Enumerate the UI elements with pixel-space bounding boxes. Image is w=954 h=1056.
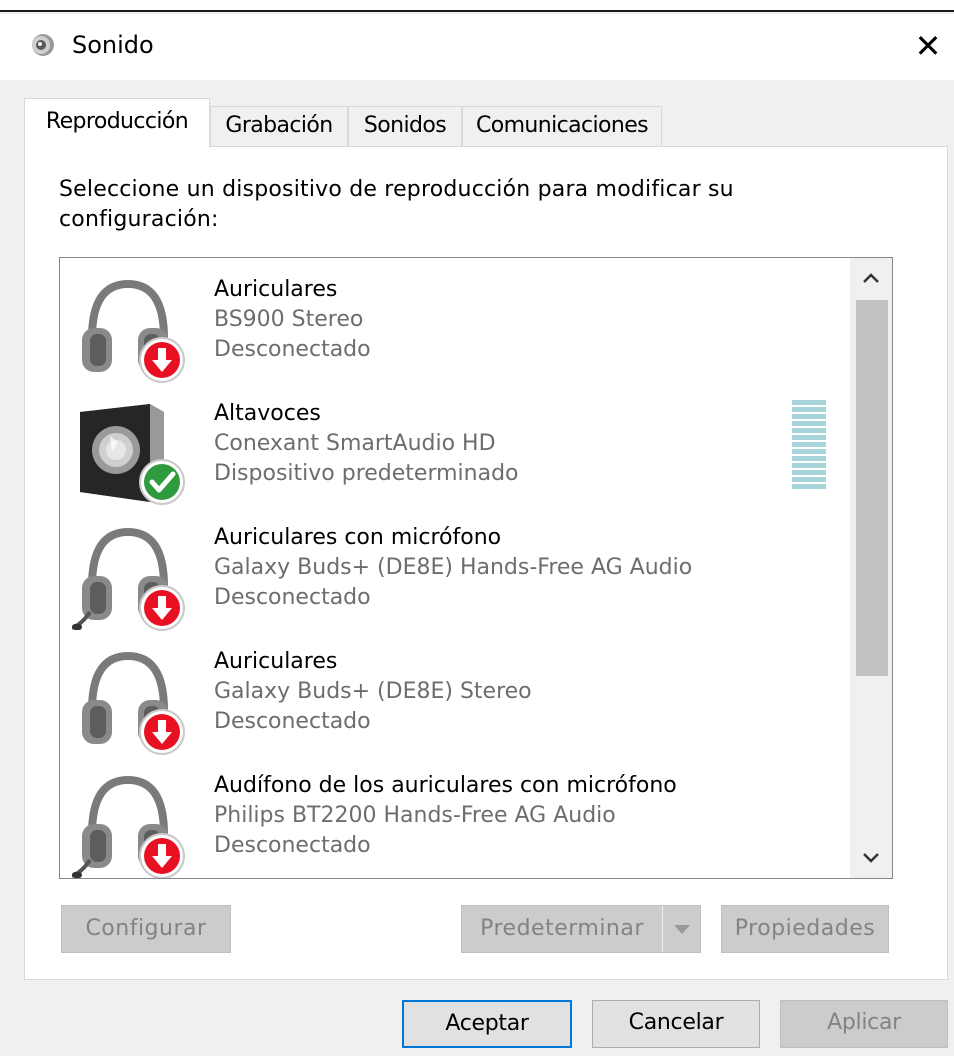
device-item[interactable]: Auriculares BS900 Stereo Desconectado [60, 264, 850, 388]
disconnected-badge [139, 337, 185, 383]
tab-comunicaciones[interactable]: Comunicaciones [462, 106, 662, 146]
configure-button[interactable]: Configurar [61, 905, 231, 953]
volume-level-meter [792, 400, 826, 494]
disconnected-badge [139, 585, 185, 631]
speaker-app-icon [32, 34, 54, 56]
device-description: Galaxy Buds+ (DE8E) Stereo [214, 679, 532, 704]
disconnected-badge [139, 833, 185, 878]
cancel-button[interactable]: Cancelar [592, 1000, 760, 1048]
device-name: Auriculares [214, 277, 338, 302]
window-top-border [0, 0, 954, 12]
headset-icon [72, 775, 185, 878]
tab-sonidos[interactable]: Sonidos [348, 106, 462, 146]
device-description: BS900 Stereo [214, 307, 364, 332]
speaker-icon [80, 404, 185, 505]
scroll-thumb[interactable] [856, 300, 888, 676]
device-description: Conexant SmartAudio HD [214, 431, 496, 456]
chevron-down-icon[interactable] [662, 906, 700, 952]
device-item[interactable]: Altavoces Conexant SmartAudio HD Disposi… [60, 388, 850, 512]
close-icon[interactable]: ✕ [908, 26, 948, 66]
device-description: Philips BT2200 Hands-Free AG Audio [214, 803, 616, 828]
device-status: Desconectado [214, 709, 371, 734]
device-description: Galaxy Buds+ (DE8E) Hands-Free AG Audio [214, 555, 693, 580]
disconnected-badge [139, 709, 185, 755]
title-bar[interactable]: Sonido ✕ [0, 14, 954, 80]
default-check-badge [139, 459, 185, 505]
window-title: Sonido [72, 31, 154, 59]
scroll-up-arrow-icon[interactable] [850, 258, 892, 298]
instruction-text: Seleccione un dispositivo de reproducció… [59, 177, 734, 232]
device-item[interactable]: Audífono de los auriculares con micrófon… [60, 760, 850, 878]
tab-reproduccion[interactable]: Reproducción [24, 98, 210, 148]
device-name: Auriculares con micrófono [214, 525, 502, 550]
device-item[interactable]: Auriculares Galaxy Buds+ (DE8E) Stereo D… [60, 636, 850, 760]
device-list[interactable]: Auriculares BS900 Stereo Desconectado Al… [59, 257, 893, 879]
device-status: Desconectado [214, 833, 371, 858]
device-status: Desconectado [214, 337, 371, 362]
device-name: Altavoces [214, 401, 321, 426]
tab-grabacion[interactable]: Grabación [210, 106, 348, 146]
headphones-icon [82, 651, 185, 755]
device-item[interactable]: Auriculares con micrófono Galaxy Buds+ (… [60, 512, 850, 636]
set-default-split-button[interactable]: Predeterminar [461, 905, 701, 953]
vertical-scrollbar[interactable] [850, 258, 892, 878]
tab-panel: Seleccione un dispositivo de reproducció… [24, 146, 948, 980]
device-status: Desconectado [214, 585, 371, 610]
headphones-icon [82, 279, 185, 383]
headset-icon [72, 527, 185, 631]
scroll-down-arrow-icon[interactable] [850, 838, 892, 878]
device-name: Auriculares [214, 649, 338, 674]
properties-button[interactable]: Propiedades [721, 905, 889, 953]
device-status: Dispositivo predeterminado [214, 461, 519, 486]
apply-button[interactable]: Aplicar [780, 1000, 948, 1048]
set-default-label: Predeterminar [480, 916, 644, 941]
ok-button[interactable]: Aceptar [402, 1000, 572, 1048]
device-name: Audífono de los auriculares con micrófon… [214, 773, 677, 798]
